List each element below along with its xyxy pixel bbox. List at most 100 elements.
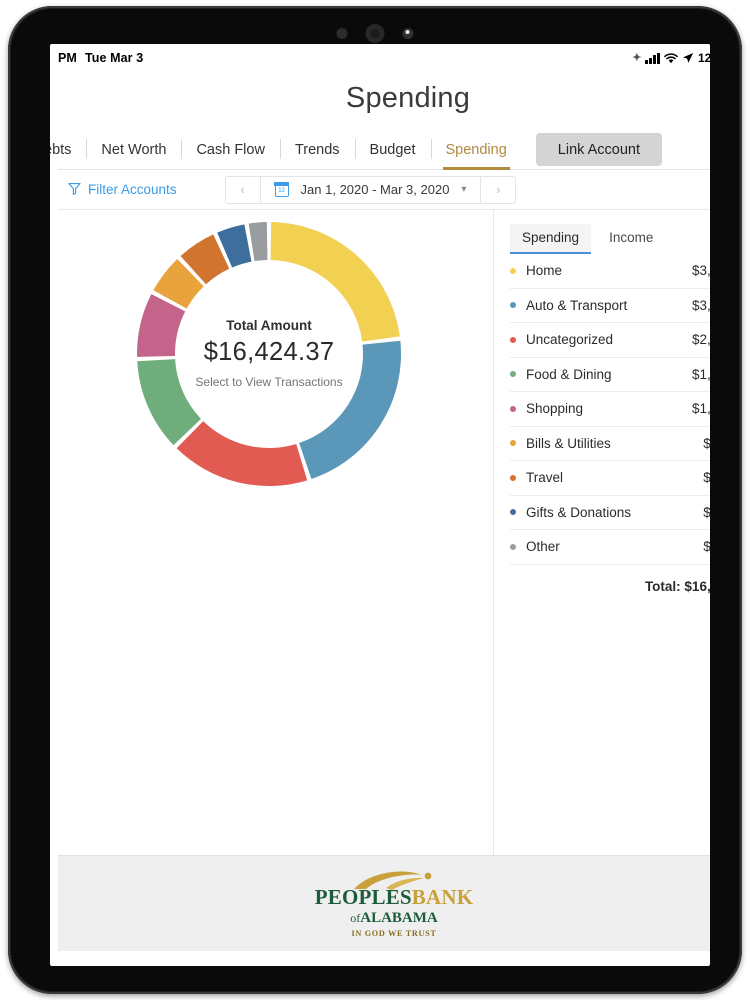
tab-net-worth[interactable]: Net Worth bbox=[86, 131, 181, 169]
cell-signal-icon bbox=[645, 52, 660, 64]
category-amount: $3,600.88 bbox=[691, 297, 710, 313]
donut-slice[interactable] bbox=[176, 421, 308, 486]
front-camera-icon bbox=[365, 24, 385, 43]
date-range-control: ‹ 12 Jan 1, 2020 - Mar 3, 2020 ▾ › bbox=[224, 175, 517, 204]
logo-bank-text: BANK bbox=[411, 885, 474, 909]
location-arrow-icon bbox=[682, 52, 694, 64]
tab-budget[interactable]: Budget bbox=[354, 131, 431, 169]
category-amount: $866.43 bbox=[703, 470, 710, 486]
category-color-dot bbox=[510, 267, 516, 274]
category-color-dot bbox=[510, 543, 516, 550]
status-date: Tue Mar 3 bbox=[84, 51, 144, 65]
previous-period-button[interactable]: ‹ bbox=[225, 176, 260, 203]
wifi-icon bbox=[664, 52, 678, 64]
category-name: Shopping bbox=[526, 401, 584, 417]
logo-peoples-text: PEOPLES bbox=[314, 885, 412, 909]
legend-tab-bar: Spending Income bbox=[510, 210, 710, 254]
category-amount: $1,936.83 bbox=[691, 366, 710, 382]
calendar-icon: 12 bbox=[274, 182, 289, 197]
category-amount: $1,373.40 bbox=[691, 401, 710, 417]
category-color-dot bbox=[510, 509, 516, 516]
category-name: Gifts & Donations bbox=[526, 504, 632, 520]
tab-trends[interactable]: Trends bbox=[279, 131, 355, 169]
category-row[interactable]: Home $3,800.00 bbox=[510, 254, 710, 289]
status-bar-left: PM Tue Mar 3 bbox=[58, 51, 143, 65]
link-account-button[interactable]: Link Account bbox=[535, 133, 663, 166]
donut-hint-text: Select to View Transactions bbox=[195, 374, 343, 389]
proximity-sensor-icon bbox=[402, 28, 414, 39]
donut-slice[interactable] bbox=[248, 222, 268, 262]
category-amount: $650.00 bbox=[703, 504, 710, 520]
category-name: Home bbox=[526, 263, 563, 279]
sensor-cluster bbox=[336, 24, 414, 43]
spending-donut-chart[interactable]: Total Amount $16,424.37 Select to View T… bbox=[133, 218, 405, 490]
logo-line-primary: PEOPLESBANK bbox=[315, 887, 474, 908]
date-range-picker[interactable]: 12 Jan 1, 2020 - Mar 3, 2020 ▾ bbox=[259, 176, 482, 203]
category-row[interactable]: Other $447.42 bbox=[510, 530, 710, 565]
category-total: Total: $16,424.37 bbox=[644, 578, 710, 594]
tab-label: Cash Flow bbox=[196, 141, 265, 158]
funnel-icon bbox=[68, 182, 81, 198]
date-range-label: Jan 1, 2020 - Mar 3, 2020 bbox=[300, 182, 450, 197]
tab-label: Spending bbox=[445, 141, 507, 158]
chart-pane: Total Amount $16,424.37 Select to View T… bbox=[58, 210, 494, 855]
tab-spending-breakdown[interactable]: Spending bbox=[510, 224, 592, 254]
tablet-screen: PM Tue Mar 3 ✦ 12 Spending bts Net Worth… bbox=[50, 44, 710, 966]
tablet-device-frame: PM Tue Mar 3 ✦ 12 Spending bts Net Worth… bbox=[8, 6, 742, 994]
category-row[interactable]: Gifts & Donations $650.00 bbox=[510, 496, 710, 530]
category-amount: $3,800.00 bbox=[691, 263, 710, 279]
category-amount: $868.77 bbox=[703, 435, 710, 451]
tab-spending[interactable]: Spending bbox=[430, 131, 522, 170]
tab-cash-flow[interactable]: Cash Flow bbox=[181, 131, 280, 169]
filter-accounts-label: Filter Accounts bbox=[88, 182, 177, 197]
category-amount: $2,880.64 bbox=[691, 332, 710, 348]
tab-income-breakdown[interactable]: Income bbox=[597, 224, 665, 254]
category-color-dot bbox=[510, 440, 516, 447]
legend-tab-label: Income bbox=[609, 230, 654, 245]
logo-tagline: IN GOD WE TRUST bbox=[351, 929, 437, 938]
ambient-sensor-icon bbox=[336, 28, 348, 39]
page-title: Spending bbox=[345, 81, 471, 114]
chevron-down-icon: ▾ bbox=[461, 184, 467, 195]
category-name: Travel bbox=[526, 470, 564, 486]
category-list: Home $3,800.00 Auto & Transport $3,600.88 Un… bbox=[510, 254, 710, 565]
category-name: Other bbox=[526, 539, 560, 555]
tab-label: Trends bbox=[294, 141, 340, 158]
category-color-dot bbox=[510, 405, 516, 412]
logo-alabama-text: ALABAMA bbox=[360, 910, 438, 926]
battery-percent-label: 12% bbox=[697, 51, 710, 65]
tab-debts[interactable]: ebts bbox=[50, 131, 86, 169]
category-row[interactable]: Auto & Transport $3,600.88 bbox=[510, 289, 710, 323]
app-header: Spending ✕ bbox=[58, 72, 710, 124]
category-name: Food & Dining bbox=[526, 366, 612, 382]
category-row[interactable]: Travel $866.43 bbox=[510, 461, 710, 496]
category-name: Bills & Utilities bbox=[526, 435, 611, 451]
bluetooth-icon: ✦ bbox=[632, 51, 642, 64]
category-color-dot bbox=[510, 302, 516, 309]
filter-accounts-button[interactable]: Filter Accounts bbox=[68, 182, 177, 198]
main-content: Total Amount $16,424.37 Select to View T… bbox=[58, 210, 710, 855]
bank-logo: PEOPLESBANK ofALABAMA IN GOD WE TRUST bbox=[315, 869, 474, 938]
donut-total-amount: $16,424.37 bbox=[203, 337, 335, 366]
app-footer: PEOPLESBANK ofALABAMA IN GOD WE TRUST bbox=[58, 855, 710, 951]
category-name: Uncategorized bbox=[526, 332, 614, 348]
primary-tab-bar: ebts Net Worth Cash Flow Trends Budget S… bbox=[50, 130, 710, 170]
tab-label: Net Worth bbox=[101, 141, 167, 158]
category-row[interactable]: Shopping $1,373.40 bbox=[510, 392, 710, 427]
category-color-dot bbox=[510, 371, 516, 378]
category-amount: $447.42 bbox=[703, 539, 710, 555]
next-period-button[interactable]: › bbox=[481, 176, 516, 203]
category-row[interactable]: Uncategorized $2,880.64 bbox=[510, 323, 710, 358]
legend-tab-label: Spending bbox=[522, 230, 580, 245]
logo-of-text: of bbox=[350, 911, 361, 925]
tab-label: Budget bbox=[369, 141, 416, 158]
donut-total-label: Total Amount bbox=[226, 317, 312, 333]
category-color-dot bbox=[510, 474, 516, 481]
category-name: Auto & Transport bbox=[526, 297, 628, 313]
status-bar-right: ✦ 12 bbox=[632, 51, 710, 65]
category-row[interactable]: Bills & Utilities $868.77 bbox=[510, 427, 710, 461]
category-row[interactable]: Food & Dining $1,936.83 bbox=[510, 358, 710, 392]
tab-label: ebts bbox=[50, 141, 72, 158]
donut-center-summary: Total Amount $16,424.37 Select to View T… bbox=[185, 318, 353, 390]
filter-bar: Filter Accounts ‹ 12 Jan 1, 2020 - Mar 3… bbox=[58, 170, 710, 210]
